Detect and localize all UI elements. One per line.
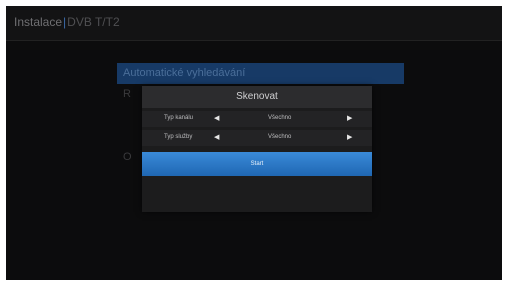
arrow-right-icon[interactable]: ▶ [347,133,352,141]
arrow-left-icon[interactable]: ◀ [214,133,219,141]
tv-screen: Instalace|DVB T/T2 Automatické vyhledává… [6,6,502,280]
title-installation: Instalace [14,15,63,29]
option-row-service-type[interactable]: Typ služby ◀ Všechno ▶ [142,130,372,146]
service-type-label: Typ služby [164,134,193,140]
channel-type-label: Typ kanálu [164,115,194,121]
title-separator: | [63,15,67,29]
service-type-value: Všechno [268,134,292,140]
header-bar: Instalace|DVB T/T2 [6,6,502,41]
menu-item-auto-scan[interactable]: Automatické vyhledávání [117,63,404,84]
arrow-left-icon[interactable]: ◀ [214,114,219,122]
page-title: Instalace|DVB T/T2 [14,15,120,29]
dialog-title: Skenovat [142,86,372,108]
arrow-right-icon[interactable]: ▶ [347,114,352,122]
channel-type-value: Všechno [268,115,292,121]
option-row-channel-type[interactable]: Typ kanálu ◀ Všechno ▶ [142,111,372,127]
scan-dialog: Skenovat Typ kanálu ◀ Všechno ▶ Typ služ… [142,86,372,212]
title-subtitle: DVB T/T2 [67,15,120,29]
start-button[interactable]: Start [142,152,372,176]
